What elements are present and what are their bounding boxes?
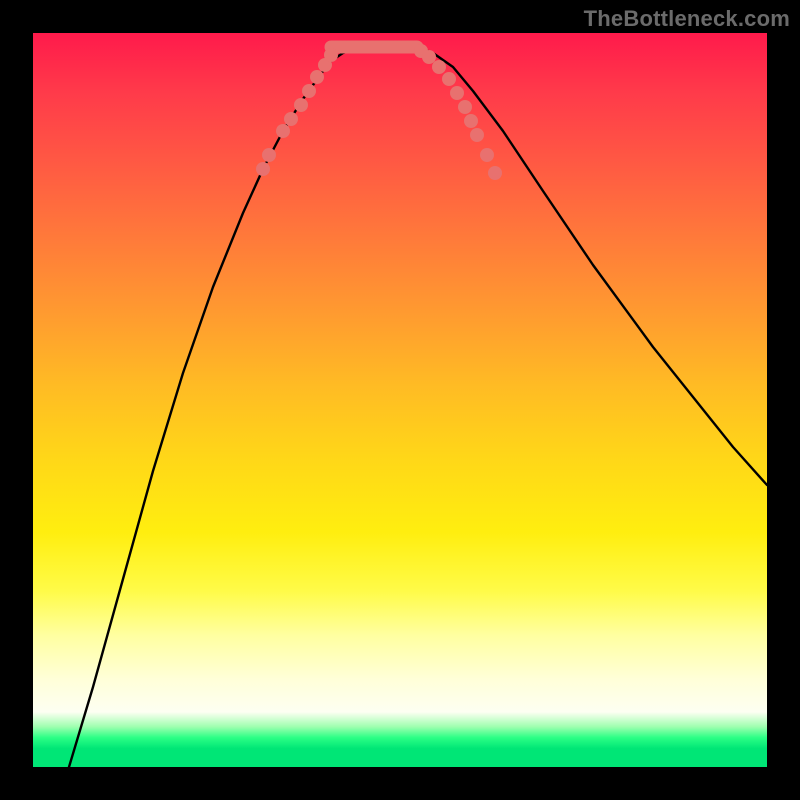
chart-gradient-background: [33, 33, 767, 767]
chart-frame: TheBottleneck.com: [0, 0, 800, 800]
watermark-text: TheBottleneck.com: [584, 6, 790, 32]
